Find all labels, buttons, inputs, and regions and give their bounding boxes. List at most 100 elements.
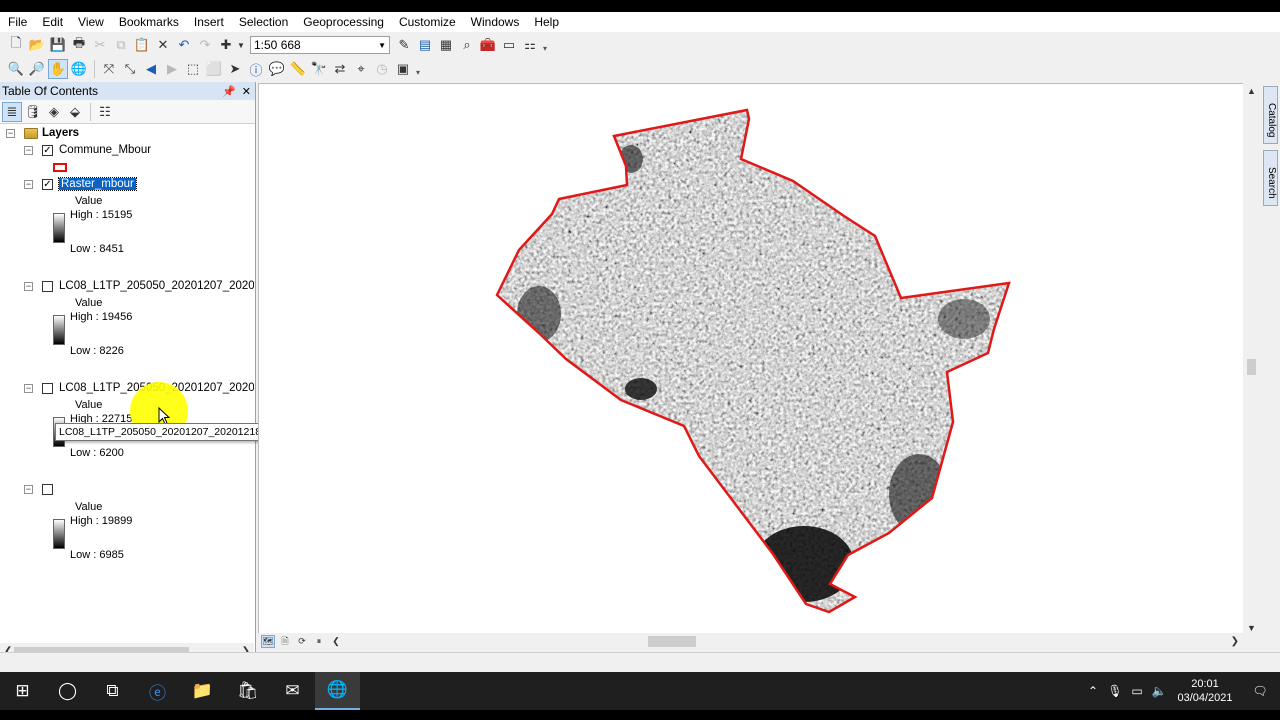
raster-stretch-ramp[interactable] (53, 213, 65, 243)
menu-windows[interactable]: Windows (463, 13, 527, 31)
undo-icon[interactable]: ↶ (174, 35, 194, 55)
menu-edit[interactable]: Edit (34, 13, 70, 31)
fixed-zoom-in-icon[interactable]: ⤧ (99, 59, 119, 79)
menu-file[interactable]: File (0, 13, 34, 31)
layer-visibility-checkbox[interactable] (42, 382, 53, 394)
cortana-circle-icon[interactable]: ◯ (45, 672, 90, 710)
arcmap-icon[interactable]: 🌐 (315, 672, 360, 710)
menu-geoprocessing[interactable]: Geoprocessing (295, 13, 391, 31)
copy-icon[interactable]: ⧉ (111, 35, 131, 55)
list-by-source-icon[interactable]: 🛢 (23, 102, 43, 122)
collapse-icon[interactable]: − (24, 281, 33, 291)
store-icon[interactable]: 🛍 (225, 672, 270, 710)
list-by-drawing-order-icon[interactable]: ≣ (2, 101, 22, 122)
map-canvas[interactable] (259, 84, 1260, 647)
find-route-icon[interactable]: ⇄ (330, 59, 350, 79)
collapse-icon[interactable]: − (6, 128, 15, 138)
list-by-selection-icon[interactable]: ⬙ (65, 102, 85, 122)
time-slider-icon[interactable]: ◷ (372, 59, 392, 79)
layer-visibility-checkbox[interactable] (42, 280, 53, 292)
layer-row-lc08-b3[interactable]: − (24, 484, 59, 495)
catalog-window-icon[interactable]: ▦ (436, 35, 456, 55)
go-forward-extent-icon[interactable]: ▶ (162, 59, 182, 79)
paste-icon[interactable]: 📋 (132, 35, 152, 55)
layer-visibility-checkbox[interactable]: ✓ (42, 144, 53, 156)
scroll-down-icon[interactable]: ▼ (1247, 623, 1256, 633)
select-features-icon[interactable]: ⬚ (183, 59, 203, 79)
add-data-dropdown-icon[interactable]: ▼ (237, 35, 245, 55)
layer-row-commune-mbour[interactable]: − ✓ Commune_Mbour (24, 144, 151, 156)
collapse-icon[interactable]: − (24, 145, 33, 155)
battery-icon[interactable]: ▭ (1126, 684, 1148, 698)
scroll-left-icon[interactable]: ❮ (329, 635, 343, 648)
find-binoculars-icon[interactable]: 🔭 (309, 59, 329, 79)
cut-icon[interactable]: ✂ (90, 35, 110, 55)
menu-help[interactable]: Help (526, 13, 566, 31)
map-scale-combo[interactable]: 1:50 668 ▼ (250, 36, 390, 54)
layout-view-icon[interactable]: 🗎 (278, 635, 292, 648)
file-explorer-icon[interactable]: 📁 (180, 672, 225, 710)
layer-row-lc08-a[interactable]: − LC08_L1TP_205050_20201207_20201218_ (24, 280, 254, 292)
notifications-icon[interactable]: 🗨 (1240, 684, 1280, 698)
raster-stretch-ramp[interactable] (53, 519, 65, 549)
layer-visibility-checkbox[interactable] (42, 484, 53, 495)
layer-visibility-checkbox[interactable]: ✓ (42, 178, 53, 190)
menu-view[interactable]: View (70, 13, 111, 31)
go-to-xy-icon[interactable]: ⌖ (351, 59, 371, 79)
chevron-up-icon[interactable]: ⌃ (1082, 684, 1104, 698)
delete-icon[interactable]: ✕ (153, 35, 173, 55)
collapse-icon[interactable]: − (24, 485, 33, 494)
raster-stretch-ramp[interactable] (53, 315, 65, 345)
python-window-icon[interactable]: ▭ (499, 35, 519, 55)
menu-bookmarks[interactable]: Bookmarks (111, 13, 186, 31)
collapse-icon[interactable]: − (24, 383, 33, 393)
layers-root-row[interactable]: − Layers (6, 127, 79, 139)
data-view-icon[interactable]: 🗺 (261, 635, 275, 648)
fixed-zoom-out-icon[interactable]: ⤡ (120, 59, 140, 79)
new-document-icon[interactable]: 🗋 (6, 35, 26, 55)
full-extent-globe-icon[interactable]: 🌐 (69, 59, 89, 79)
pan-hand-icon[interactable]: ✋ (48, 59, 68, 79)
task-view-icon[interactable]: ⧉ (90, 672, 135, 710)
arctoolbox-icon[interactable]: 🧰 (478, 35, 498, 55)
toolbar-grip-icon[interactable]: ▾ (416, 61, 422, 77)
chevron-down-icon[interactable]: ▼ (378, 41, 386, 50)
map-view[interactable] (258, 83, 1260, 647)
model-builder-icon[interactable]: ⚏ (520, 35, 540, 55)
polygon-symbol-swatch[interactable] (53, 163, 67, 172)
scroll-thumb[interactable] (648, 636, 696, 647)
menu-insert[interactable]: Insert (186, 13, 231, 31)
collapse-icon[interactable]: − (24, 179, 33, 189)
redo-icon[interactable]: ↷ (195, 35, 215, 55)
menu-selection[interactable]: Selection (231, 13, 295, 31)
measure-icon[interactable]: 📏 (288, 59, 308, 79)
search-tab[interactable]: Search (1263, 150, 1278, 207)
list-by-visibility-icon[interactable]: ◈ (44, 102, 64, 122)
layer-name-selected[interactable]: Raster_mbour (58, 177, 137, 191)
mail-icon[interactable]: ✉ (270, 672, 315, 710)
scroll-thumb[interactable] (1247, 359, 1256, 375)
open-folder-icon[interactable]: 📂 (27, 35, 47, 55)
layer-row-raster-mbour[interactable]: − ✓ Raster_mbour (24, 177, 137, 191)
add-data-icon[interactable]: ✚ (216, 35, 236, 55)
toc-options-icon[interactable]: ☷ (95, 102, 115, 122)
map-vertical-scrollbar[interactable]: ▲ ▼ (1243, 83, 1260, 648)
editor-toolbar-icon[interactable]: ✎ (394, 35, 414, 55)
catalog-tab[interactable]: Catalog (1263, 86, 1278, 145)
clear-selection-icon[interactable]: ⬜ (204, 59, 224, 79)
scroll-up-icon[interactable]: ▲ (1247, 86, 1256, 96)
pin-icon[interactable]: 📌 (222, 85, 236, 98)
refresh-icon[interactable]: ⟳ (295, 635, 309, 648)
windows-start-icon[interactable]: ⊞ (0, 672, 45, 710)
print-icon[interactable]: 🖶 (69, 35, 89, 55)
clock[interactable]: 20:01 03/04/2021 (1170, 677, 1240, 705)
edge-icon[interactable]: ⓔ (135, 672, 180, 710)
html-popup-icon[interactable]: 💬 (267, 59, 287, 79)
table-of-contents-icon[interactable]: ▤ (415, 35, 435, 55)
create-viewer-window-icon[interactable]: ▣ (393, 59, 413, 79)
pause-drawing-icon[interactable]: ⏸ (312, 635, 326, 648)
identify-info-icon[interactable]: ⓘ (246, 59, 266, 79)
close-icon[interactable]: ✕ (242, 85, 251, 98)
zoom-out-icon[interactable]: 🔎 (27, 59, 47, 79)
zoom-in-icon[interactable]: 🔍 (6, 59, 26, 79)
